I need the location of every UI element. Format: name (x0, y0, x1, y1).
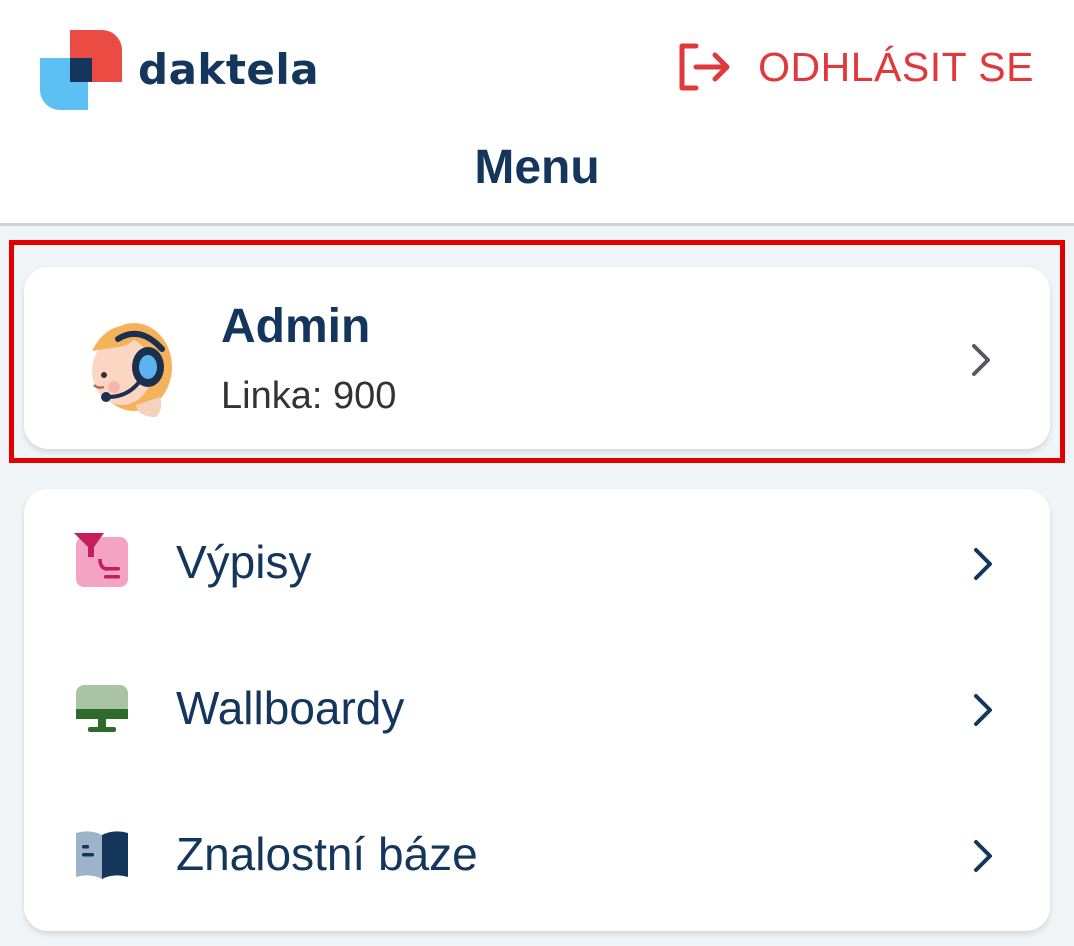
profile-card[interactable]: Admin Linka: 900 (24, 267, 1050, 449)
daktela-logo: daktela (38, 28, 319, 114)
monitor-icon (76, 685, 128, 732)
logout-icon (679, 43, 730, 91)
page-title: Menu (474, 141, 600, 194)
menu-item-label: Wallboardy (176, 682, 405, 734)
chevron-right-icon (972, 344, 990, 376)
reports-icon (74, 533, 128, 587)
agent-avatar-icon (92, 323, 172, 417)
brand-name: daktela (138, 44, 320, 94)
app-header: daktela ODHLÁSIT SE Menu (0, 0, 1074, 226)
menu-item-wallboardy[interactable]: Wallboardy (24, 635, 1050, 781)
menu-item-vypisy[interactable]: Výpisy (24, 489, 1050, 635)
menu-item-label: Výpisy (176, 536, 312, 588)
chevron-right-icon (974, 694, 992, 726)
daktela-logo-icon (40, 30, 122, 110)
book-icon (76, 831, 128, 879)
chevron-right-icon (974, 548, 992, 580)
menu-item-znalostni-baze[interactable]: Znalostní báze (24, 781, 1050, 927)
chevron-right-icon (974, 840, 992, 872)
profile-line-number: Linka: 900 (221, 375, 397, 417)
menu-item-label: Znalostní báze (176, 828, 478, 880)
logout-button[interactable]: ODHLÁSIT SE (676, 42, 1034, 92)
logout-label: ODHLÁSIT SE (758, 43, 1034, 90)
profile-name: Admin (221, 300, 371, 353)
menu-list: Výpisy Wallboardy Znalostní báze (24, 489, 1050, 931)
